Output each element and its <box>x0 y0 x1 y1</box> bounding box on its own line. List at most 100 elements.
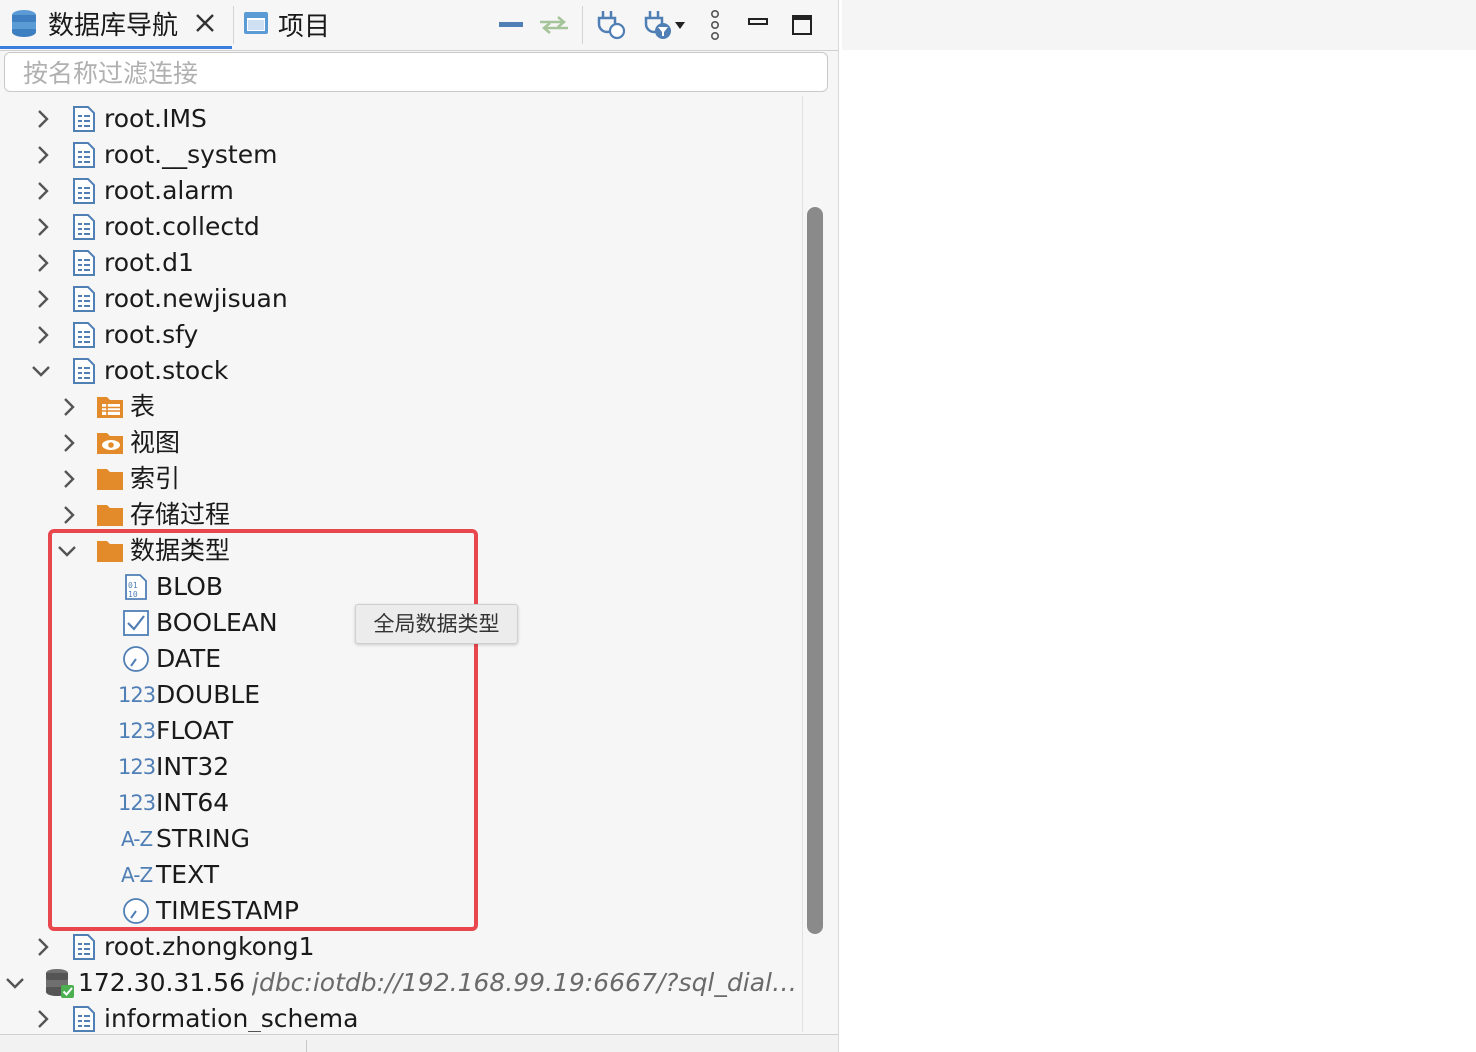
tree-item-label: BLOB <box>156 572 224 601</box>
tree-item-label: DATE <box>156 644 222 673</box>
tree-item-label: root.__system <box>104 140 278 169</box>
tree-item-data-type[interactable]: A-Z STRING <box>0 821 802 857</box>
tree-item-data-type[interactable]: 123 INT32 <box>0 749 802 785</box>
tree-item-label: STRING <box>156 824 250 853</box>
collapse-all-button[interactable] <box>496 8 526 42</box>
chevron-down-icon[interactable] <box>54 537 80 565</box>
tree-item-schema[interactable]: root.__system <box>0 137 802 173</box>
chevron-right-icon[interactable] <box>30 249 56 277</box>
checkbox-icon <box>123 610 149 636</box>
tree-item-label: INT32 <box>156 752 230 781</box>
tree-item-label: root.d1 <box>104 248 194 277</box>
clock-icon <box>123 646 149 672</box>
clock-icon <box>123 898 149 924</box>
more-vertical-icon <box>711 9 720 40</box>
scrollbar-thumb[interactable] <box>807 207 823 934</box>
tree-item-label: root.collectd <box>104 212 260 241</box>
schema-icon <box>73 322 95 348</box>
tree-item-data-type[interactable]: 01 10 BLOB <box>0 569 802 605</box>
plug-icon <box>597 11 626 40</box>
tree-item-schema[interactable]: root.IMS <box>0 101 802 137</box>
tree-item-data-type[interactable]: 123 FLOAT <box>0 713 802 749</box>
chevron-right-icon[interactable] <box>30 321 56 349</box>
close-icon[interactable] <box>194 12 216 34</box>
chevron-down-icon[interactable] <box>28 357 54 385</box>
link-with-editor-button[interactable] <box>536 8 572 42</box>
chevron-right-icon[interactable] <box>30 933 56 961</box>
tree-item-indexes-folder[interactable]: 索引 <box>0 461 802 497</box>
chevron-right-icon[interactable] <box>30 105 56 133</box>
tree-item-schema[interactable]: root.stock <box>0 353 802 389</box>
tree-item-data-types-folder[interactable]: 数据类型 <box>0 533 802 569</box>
tab-label: 项目 <box>278 11 331 42</box>
tree-item-schema[interactable]: root.newjisuan <box>0 281 802 317</box>
chevron-down-icon[interactable] <box>2 969 28 997</box>
editor-area-header <box>842 0 1476 50</box>
tree-item-views-folder[interactable]: 视图 <box>0 425 802 461</box>
numeric-type-icon: 123 <box>118 719 156 743</box>
tree-item-label: information_schema <box>104 1004 359 1032</box>
chevron-right-icon[interactable] <box>56 393 82 421</box>
connection-filter-input[interactable]: 按名称过滤连接 <box>4 52 828 92</box>
tree-item-tables-folder[interactable]: 表 <box>0 389 802 425</box>
tree-item-connection[interactable]: 172.30.31.56 jdbc:iotdb://192.168.99.19:… <box>0 965 802 1001</box>
tree-item-procedures-folder[interactable]: 存储过程 <box>0 497 802 533</box>
tab-separator <box>233 6 234 44</box>
tree-item-schema[interactable]: root.zhongkong1 <box>0 929 802 965</box>
schema-icon <box>73 250 95 276</box>
numeric-type-icon: 123 <box>118 791 156 815</box>
maximize-icon <box>792 15 812 35</box>
tree-item-data-type[interactable]: TIMESTAMP <box>0 893 802 929</box>
tree-item-label: root.newjisuan <box>104 284 288 313</box>
connection-filter-dropdown[interactable] <box>640 8 688 42</box>
tab-bar: 数据库导航 项目 <box>0 0 838 51</box>
chevron-right-icon[interactable] <box>56 465 82 493</box>
tree-item-schema[interactable]: root.sfy <box>0 317 802 353</box>
svg-text:10: 10 <box>128 590 138 599</box>
tree-item-label: BOOLEAN <box>156 608 278 637</box>
connection-url: jdbc:iotdb://192.168.99.19:6667/?sql_dia… <box>252 968 800 997</box>
minimize-button[interactable] <box>744 8 772 42</box>
schema-icon <box>73 1006 95 1032</box>
database-tree: root.IMS root.__system root.alarm root.c… <box>0 96 802 1032</box>
tree-item-data-type[interactable]: DATE <box>0 641 802 677</box>
new-connection-button[interactable] <box>594 8 628 42</box>
tree-item-data-type[interactable]: 123 DOUBLE <box>0 677 802 713</box>
numeric-type-icon: 123 <box>118 683 156 707</box>
maximize-button[interactable] <box>788 8 816 42</box>
chevron-right-icon[interactable] <box>30 177 56 205</box>
chevron-right-icon[interactable] <box>30 285 56 313</box>
tab-label: 数据库导航 <box>48 10 179 41</box>
tab-database-navigator[interactable]: 数据库导航 <box>0 0 232 49</box>
folder-icon <box>97 541 123 562</box>
tree-item-label: FLOAT <box>156 716 234 745</box>
bottom-separator <box>306 1040 307 1052</box>
binary-file-icon: 0110 <box>125 574 147 600</box>
tree-item-label: TEXT <box>156 860 220 889</box>
tree-item-schema[interactable]: root.collectd <box>0 209 802 245</box>
tree-item-schema[interactable]: root.d1 <box>0 245 802 281</box>
project-window-icon <box>244 12 268 34</box>
chevron-right-icon[interactable] <box>30 213 56 241</box>
chevron-right-icon[interactable] <box>56 501 82 529</box>
view-menu-button[interactable] <box>702 8 728 42</box>
tree-item-schema[interactable]: root.alarm <box>0 173 802 209</box>
chevron-right-icon[interactable] <box>30 141 56 169</box>
schema-icon <box>73 214 95 240</box>
sync-arrows-icon <box>540 16 568 34</box>
tab-project[interactable]: 项目 <box>236 0 386 48</box>
bottom-strip <box>0 1034 838 1052</box>
database-icon <box>12 10 36 37</box>
filter-placeholder: 按名称过滤连接 <box>23 59 199 88</box>
tree-item-schema[interactable]: information_schema <box>0 1001 802 1032</box>
collapse-icon <box>499 22 523 27</box>
svg-text:01: 01 <box>128 581 138 590</box>
tree-item-data-type[interactable]: 123 INT64 <box>0 785 802 821</box>
tree-item-label: 表 <box>130 392 156 421</box>
tree-item-data-type[interactable]: A-Z TEXT <box>0 857 802 893</box>
chevron-right-icon[interactable] <box>30 1005 56 1032</box>
text-type-icon: A-Z <box>121 827 153 851</box>
chevron-right-icon[interactable] <box>56 429 82 457</box>
connection-name: 172.30.31.56 <box>78 968 245 997</box>
schema-icon <box>73 934 95 960</box>
